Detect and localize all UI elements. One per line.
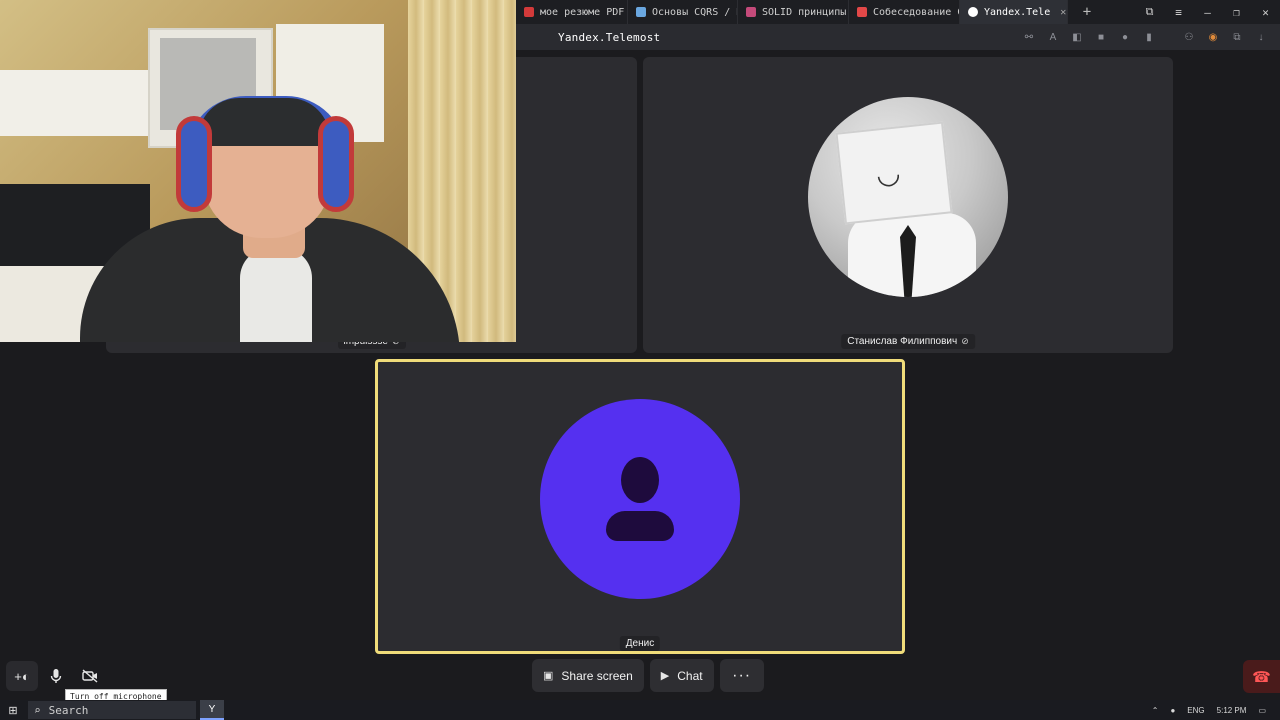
pdf-icon (524, 7, 534, 17)
media-controls: +◐ (6, 661, 106, 691)
share-screen-button[interactable]: ▣ Share screen (532, 659, 644, 692)
add-participant-button[interactable]: +◐ (6, 661, 38, 691)
tab-interview[interactable]: Собеседование С (849, 0, 960, 24)
windows-start-icon[interactable]: ⊞ (0, 700, 26, 720)
habr-icon (636, 7, 646, 17)
participant-name-chip: Денис (619, 636, 661, 651)
smiley-face-icon: ◡ (874, 155, 903, 192)
taskbar-search[interactable]: ⌕ Search (28, 701, 196, 719)
address-bar: Yandex.Telemost ⚯ A ◧ ■ ● ▮ ⚇ ◉ ⧉ ↓ (516, 24, 1280, 50)
window-controls: ⧉ ≡ – ❐ ✕ (1135, 0, 1280, 24)
share-screen-icon: ▣ (543, 670, 554, 682)
link-icon[interactable]: ⚯ (1022, 30, 1036, 44)
microphone-button[interactable] (40, 661, 72, 691)
browser-tab-bar: мое резюме PDF Основы CQRS / Н SOLID при… (516, 0, 1280, 24)
share-screen-label: Share screen (561, 668, 633, 683)
restore-icon[interactable]: ❐ (1222, 0, 1251, 24)
download-icon[interactable]: ↓ (1254, 30, 1268, 44)
downloads-panel-icon[interactable]: ⧉ (1230, 30, 1244, 44)
tab-label: SOLID принципы (762, 6, 847, 18)
tray-mic-icon[interactable]: ● (1170, 706, 1175, 715)
extension-icon[interactable]: ◧ (1070, 30, 1084, 44)
new-tab-button[interactable]: + (1076, 3, 1098, 21)
user-silhouette-head-icon (621, 457, 659, 503)
user-silhouette-body-icon (606, 511, 674, 541)
os-taskbar: ⊞ ⌕ Search Y ⌃ ● ENG 5:12 PM ▭ (0, 700, 1280, 720)
mic-off-icon: ⊘ (961, 336, 969, 346)
tab-telemost[interactable]: Yandex.Tele ✕ (960, 0, 1068, 24)
close-tab-icon[interactable]: ✕ (1060, 7, 1066, 18)
menu-icon[interactable]: ≡ (1164, 0, 1193, 24)
yandex-browser-taskbar-icon[interactable]: Y (200, 700, 224, 720)
chat-button[interactable]: ▶ Chat (649, 659, 714, 692)
search-icon: ⌕ (34, 703, 41, 717)
mic-icon[interactable]: ● (1118, 30, 1132, 44)
tab-label: Yandex.Tele (984, 6, 1051, 18)
participant-avatar-default (540, 399, 740, 599)
phone-hangup-icon: ☎ (1252, 668, 1271, 686)
address-bar-icons: ⚯ A ◧ ■ ● ▮ ⚇ ◉ ⧉ ↓ (1022, 30, 1268, 44)
clock[interactable]: 5:12 PM (1217, 706, 1247, 715)
tray-expand-icon[interactable]: ⌃ (1152, 706, 1159, 715)
language-indicator[interactable]: ENG (1187, 706, 1204, 715)
glasses-icon[interactable]: ⚇ (1182, 30, 1196, 44)
headphone-right (318, 116, 354, 212)
telemost-call-window: мое резюме PDF Основы CQRS / Н SOLID при… (0, 0, 1280, 720)
close-window-icon[interactable]: ✕ (1251, 0, 1280, 24)
minimize-icon[interactable]: – (1193, 0, 1222, 24)
call-actions: ▣ Share screen ▶ Chat ··· (532, 659, 764, 692)
camera-off-icon (82, 669, 98, 683)
participant-avatar-photo: ◡ (808, 97, 1008, 297)
taskbar-search-placeholder: Search (48, 703, 89, 717)
chat-icon: ▶ (660, 670, 670, 682)
hang-up-button[interactable]: ☎ (1243, 660, 1280, 693)
headphone-left (176, 116, 212, 212)
add-user-icon: +◐ (14, 668, 30, 684)
microphone-icon (50, 669, 62, 683)
tab-label: мое резюме PDF (540, 6, 625, 18)
more-options-button[interactable]: ··· (719, 659, 764, 692)
audio-icon[interactable]: ◉ (1206, 30, 1220, 44)
participant-name: Станислав Филиппович (847, 336, 958, 347)
tab-overview-icon[interactable]: ⧉ (1135, 0, 1164, 24)
tab-solid[interactable]: SOLID принципы (738, 0, 849, 24)
video-person-cap (198, 98, 330, 146)
notifications-icon[interactable]: ▭ (1258, 706, 1266, 715)
site-icon (746, 7, 756, 17)
camera-icon[interactable]: ■ (1094, 30, 1108, 44)
participant-name: Денис (625, 638, 655, 649)
video-person-shirt (240, 248, 312, 342)
video-shelf (0, 70, 150, 136)
system-tray: ⌃ ● ENG 5:12 PM ▭ (1152, 706, 1266, 715)
tab-label: Основы CQRS / Н (652, 6, 738, 18)
bookmark-icon[interactable]: ▮ (1142, 30, 1156, 44)
chat-label: Chat (677, 668, 703, 683)
tab-resume[interactable]: мое резюме PDF (516, 0, 628, 24)
telemost-icon (968, 7, 978, 17)
tab-label: Собеседование С (873, 6, 960, 18)
self-video-feed[interactable] (0, 0, 516, 342)
camera-button[interactable] (74, 661, 106, 691)
participant-name-chip: Станислав Филиппович ⊘ (841, 334, 975, 349)
translate-icon[interactable]: A (1046, 30, 1060, 44)
tab-cqrs[interactable]: Основы CQRS / Н (628, 0, 738, 24)
site-title[interactable]: Yandex.Telemost (558, 31, 660, 44)
gmail-icon (857, 7, 867, 17)
